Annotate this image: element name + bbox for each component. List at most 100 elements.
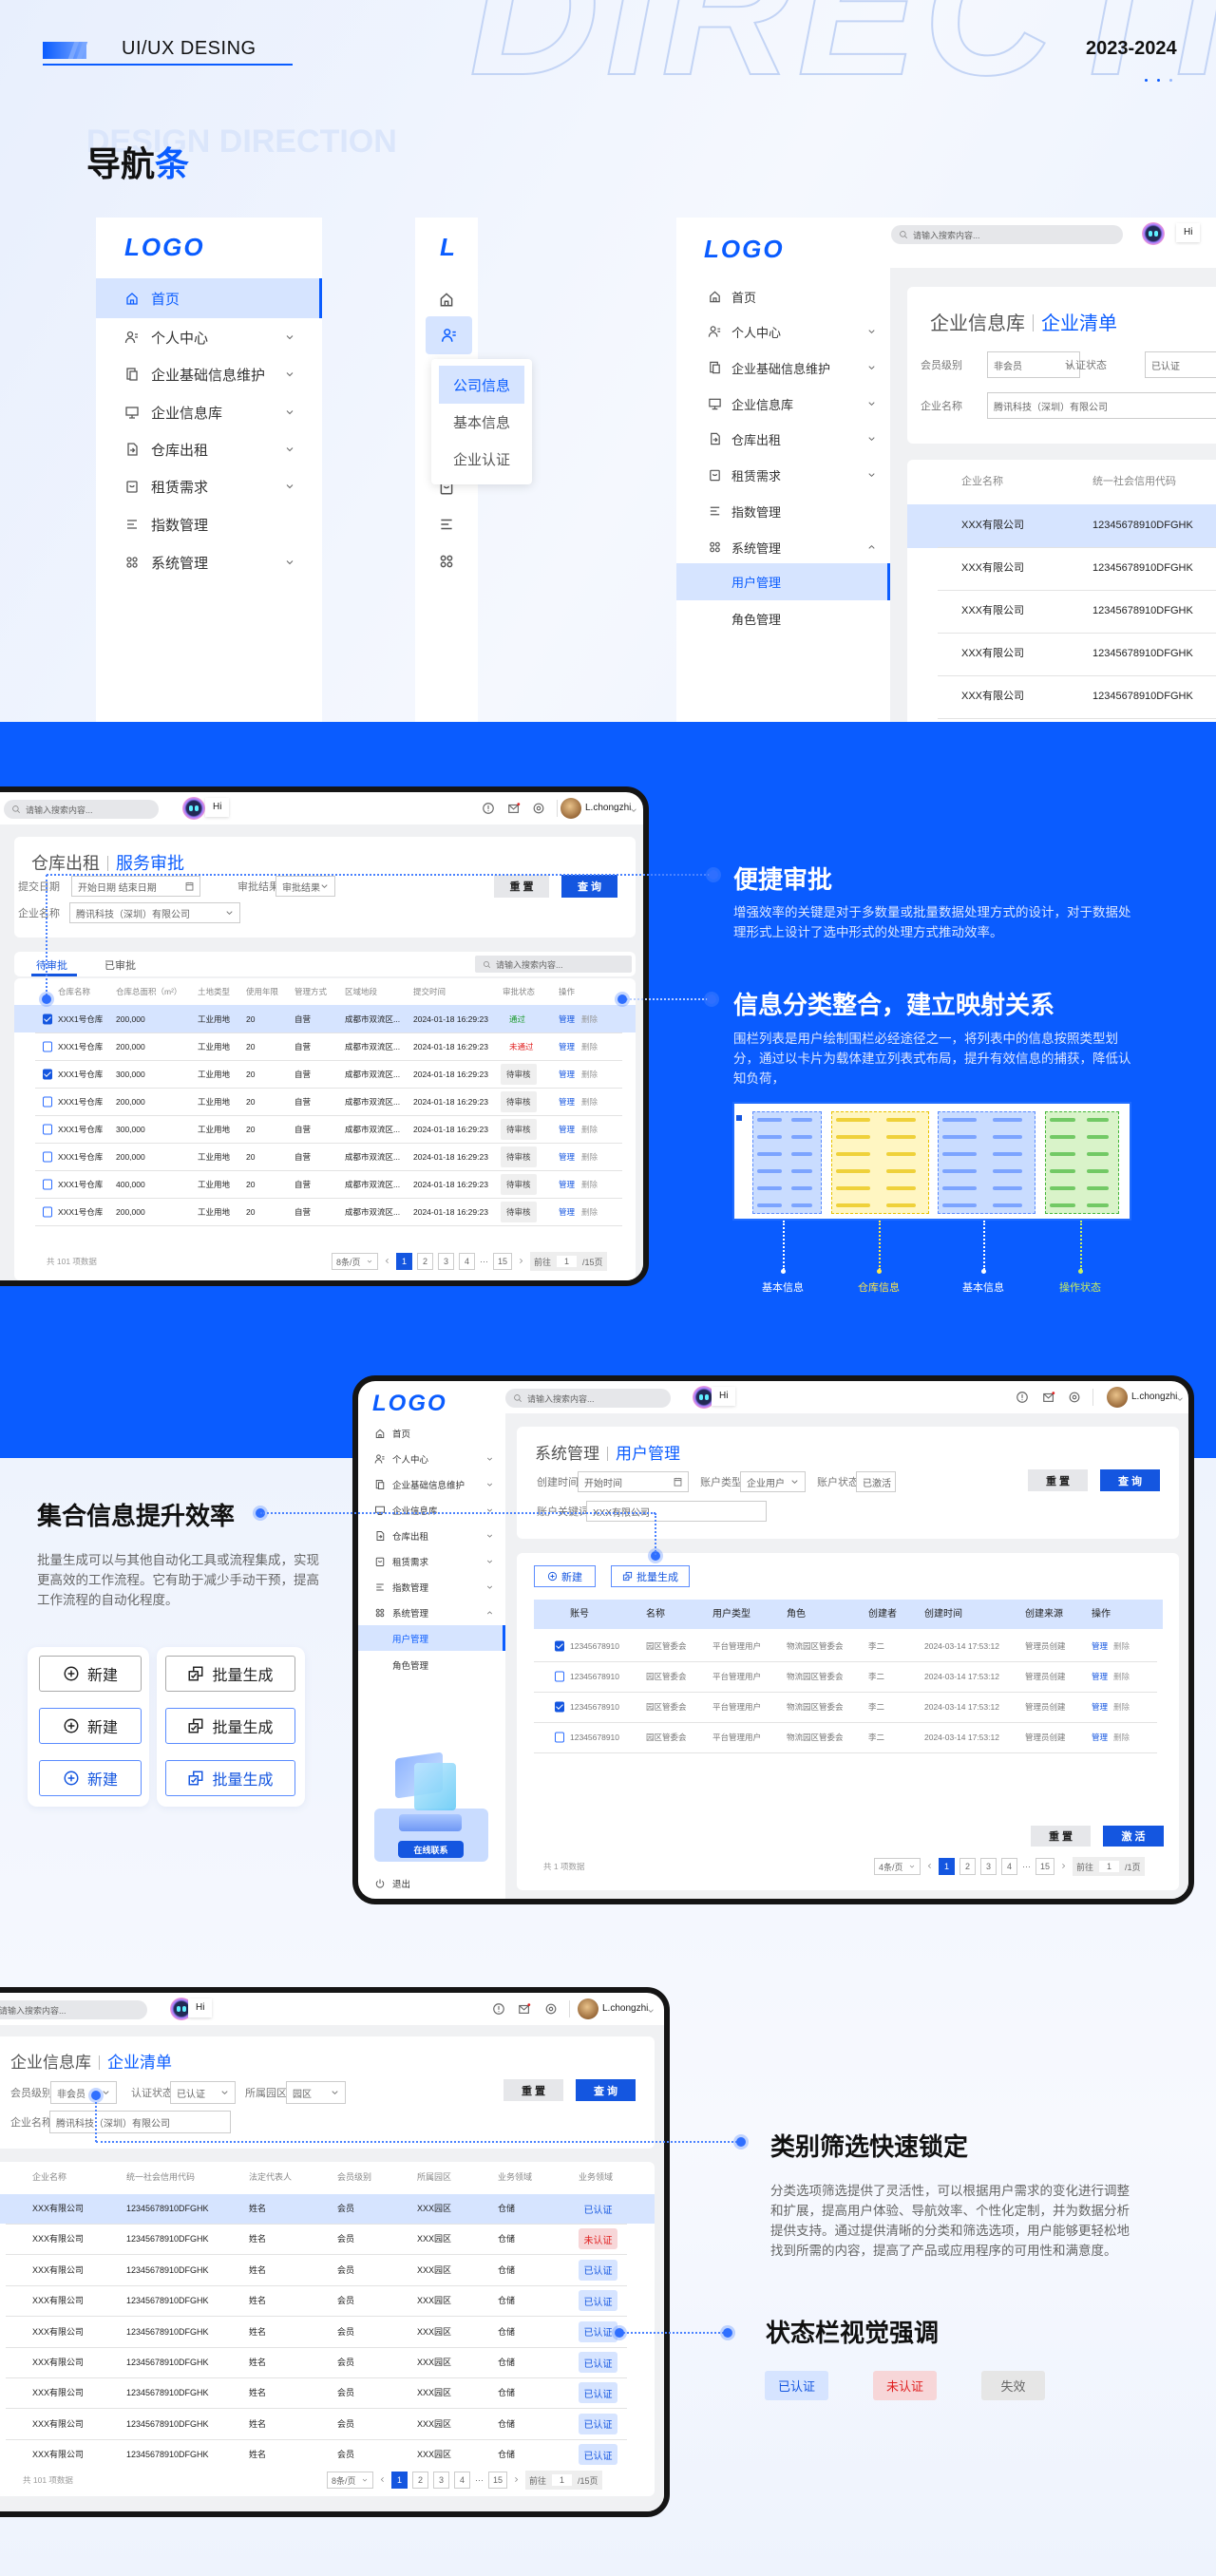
- account-state-select[interactable]: 已激活: [856, 1471, 896, 1492]
- sidebar-item-home[interactable]: [438, 291, 455, 313]
- sidebar-item[interactable]: 指数管理: [96, 505, 322, 543]
- manage-link[interactable]: 管理: [1092, 1731, 1108, 1744]
- logout-button[interactable]: 退出: [358, 1871, 505, 1896]
- manage-link[interactable]: 管理: [559, 1205, 575, 1219]
- breadcrumb-parent[interactable]: 仓库出租: [31, 854, 100, 873]
- reset-button[interactable]: 重 置: [1031, 1826, 1091, 1847]
- row-checkbox[interactable]: [43, 1041, 52, 1052]
- sidebar-item[interactable]: 仓库出租: [358, 1524, 505, 1548]
- submenu-item[interactable]: 公司信息: [439, 366, 524, 404]
- prev-page-button[interactable]: [925, 1862, 934, 1872]
- park-select[interactable]: 园区: [286, 2081, 346, 2104]
- row-checkbox[interactable]: [43, 1013, 52, 1025]
- alert-button[interactable]: [1016, 1391, 1029, 1409]
- manage-link[interactable]: 管理: [1092, 1700, 1108, 1714]
- query-button[interactable]: 查 询: [576, 2079, 636, 2101]
- sidebar-item[interactable]: 系统管理: [358, 1601, 505, 1625]
- messages-button[interactable]: [507, 802, 521, 820]
- sidebar-item[interactable]: 仓库出租: [96, 430, 322, 468]
- company-select[interactable]: 腾讯科技（深圳）有限公司: [69, 902, 240, 923]
- next-page-button[interactable]: [512, 2475, 521, 2486]
- user-name[interactable]: L.chongzhi: [585, 803, 631, 813]
- table-search-input[interactable]: 请输入搜索内容...: [475, 956, 632, 973]
- breadcrumb-parent[interactable]: 企业信息库: [930, 313, 1025, 334]
- sidebar-subitem-user-management[interactable]: 用户管理: [676, 563, 890, 600]
- user-name[interactable]: L.chongzhi: [1131, 1392, 1177, 1402]
- page-button[interactable]: 4: [459, 1253, 475, 1270]
- delete-link[interactable]: 删除: [581, 1123, 598, 1136]
- auth-status-select[interactable]: 已认证: [170, 2081, 236, 2104]
- row-checkbox[interactable]: [555, 1671, 564, 1682]
- reset-button[interactable]: 重 置: [504, 2079, 563, 2101]
- row-checkbox[interactable]: [555, 1732, 564, 1743]
- member-level-select[interactable]: 非会员: [50, 2081, 117, 2104]
- sidebar-subitem-role-management[interactable]: 角色管理: [676, 600, 890, 636]
- new-button-sample[interactable]: 新建: [39, 1708, 142, 1744]
- sidebar-item-index[interactable]: [438, 516, 455, 538]
- sidebar-item[interactable]: 首页: [676, 279, 890, 313]
- assistant-robot-icon[interactable]: [182, 797, 205, 820]
- page-button[interactable]: 15: [488, 2472, 508, 2489]
- row-checkbox[interactable]: [43, 1124, 52, 1135]
- sidebar-item[interactable]: 仓库出租: [676, 422, 890, 456]
- sidebar-item[interactable]: 首页: [96, 278, 322, 318]
- page-button[interactable]: 2: [412, 2472, 428, 2489]
- row-checkbox[interactable]: [43, 1069, 52, 1080]
- row-checkbox[interactable]: [555, 1640, 564, 1652]
- prev-page-button[interactable]: [378, 2475, 387, 2486]
- new-button-sample[interactable]: 新建: [39, 1656, 142, 1692]
- sidebar-item[interactable]: 企业基础信息维护: [358, 1472, 505, 1497]
- sidebar-item[interactable]: 个人中心: [358, 1447, 505, 1471]
- delete-link[interactable]: 删除: [581, 1013, 598, 1026]
- activate-button[interactable]: 激 活: [1103, 1826, 1164, 1847]
- page-button[interactable]: 3: [980, 1858, 997, 1875]
- manage-link[interactable]: 管理: [559, 1150, 575, 1164]
- search-input[interactable]: 请输入搜索内容...: [0, 2000, 147, 2019]
- submenu-item[interactable]: 企业认证: [439, 440, 524, 478]
- row-checkbox[interactable]: [43, 1151, 52, 1163]
- page-button[interactable]: 15: [1036, 1858, 1055, 1875]
- submenu-item[interactable]: 基本信息: [439, 403, 524, 441]
- sidebar-item[interactable]: 个人中心: [96, 318, 322, 356]
- manage-link[interactable]: 管理: [559, 1178, 575, 1191]
- online-contact-button[interactable]: 在线联系: [398, 1841, 464, 1858]
- sidebar-item[interactable]: 指数管理: [358, 1575, 505, 1600]
- row-checkbox[interactable]: [43, 1096, 52, 1108]
- query-button[interactable]: 查 询: [1100, 1469, 1160, 1491]
- manage-link[interactable]: 管理: [559, 1123, 575, 1136]
- manage-link[interactable]: 管理: [559, 1095, 575, 1108]
- next-page-button[interactable]: [1059, 1862, 1068, 1872]
- delete-link[interactable]: 删除: [581, 1068, 598, 1081]
- goto-page-input[interactable]: 1: [557, 1256, 578, 1267]
- page-button[interactable]: 2: [960, 1858, 976, 1875]
- search-input[interactable]: 请输入搜索内容...: [505, 1389, 671, 1408]
- account-type-select[interactable]: 企业用户: [740, 1471, 806, 1492]
- delete-link[interactable]: 删除: [581, 1150, 598, 1164]
- page-size-select[interactable]: 4条/页: [874, 1858, 921, 1875]
- sidebar-item[interactable]: 企业基础信息维护: [676, 350, 890, 385]
- search-input[interactable]: 请输入搜索内容...: [891, 225, 1123, 244]
- avatar[interactable]: [1107, 1387, 1128, 1408]
- assistant-robot-icon[interactable]: [1142, 222, 1165, 245]
- page-button[interactable]: 4: [1001, 1858, 1017, 1875]
- delete-link[interactable]: 删除: [581, 1095, 598, 1108]
- goto-page-input[interactable]: 1: [1099, 1861, 1120, 1872]
- page-button[interactable]: 3: [433, 2472, 449, 2489]
- delete-link[interactable]: 删除: [1113, 1670, 1130, 1683]
- messages-button[interactable]: [1042, 1391, 1055, 1409]
- sidebar-item[interactable]: 指数管理: [676, 494, 890, 528]
- row-checkbox[interactable]: [555, 1701, 564, 1713]
- sidebar-item[interactable]: 企业信息库: [96, 393, 322, 431]
- approval-result-select[interactable]: 审批结果: [276, 876, 335, 897]
- settings-button[interactable]: [1068, 1391, 1081, 1409]
- sidebar-item[interactable]: 企业信息库: [358, 1498, 505, 1523]
- batch-generate-button[interactable]: 批量生成: [611, 1565, 690, 1587]
- sidebar-subitem-role-management[interactable]: 角色管理: [358, 1652, 505, 1677]
- prev-page-button[interactable]: [383, 1257, 391, 1267]
- sidebar-item[interactable]: 租赁需求: [96, 467, 322, 505]
- delete-link[interactable]: 删除: [581, 1205, 598, 1219]
- auth-status-select[interactable]: 已认证: [1145, 351, 1216, 378]
- delete-link[interactable]: 删除: [1113, 1731, 1130, 1744]
- goto-page-input[interactable]: 1: [552, 2474, 573, 2486]
- batch-generate-button-sample[interactable]: 批量生成: [165, 1708, 295, 1744]
